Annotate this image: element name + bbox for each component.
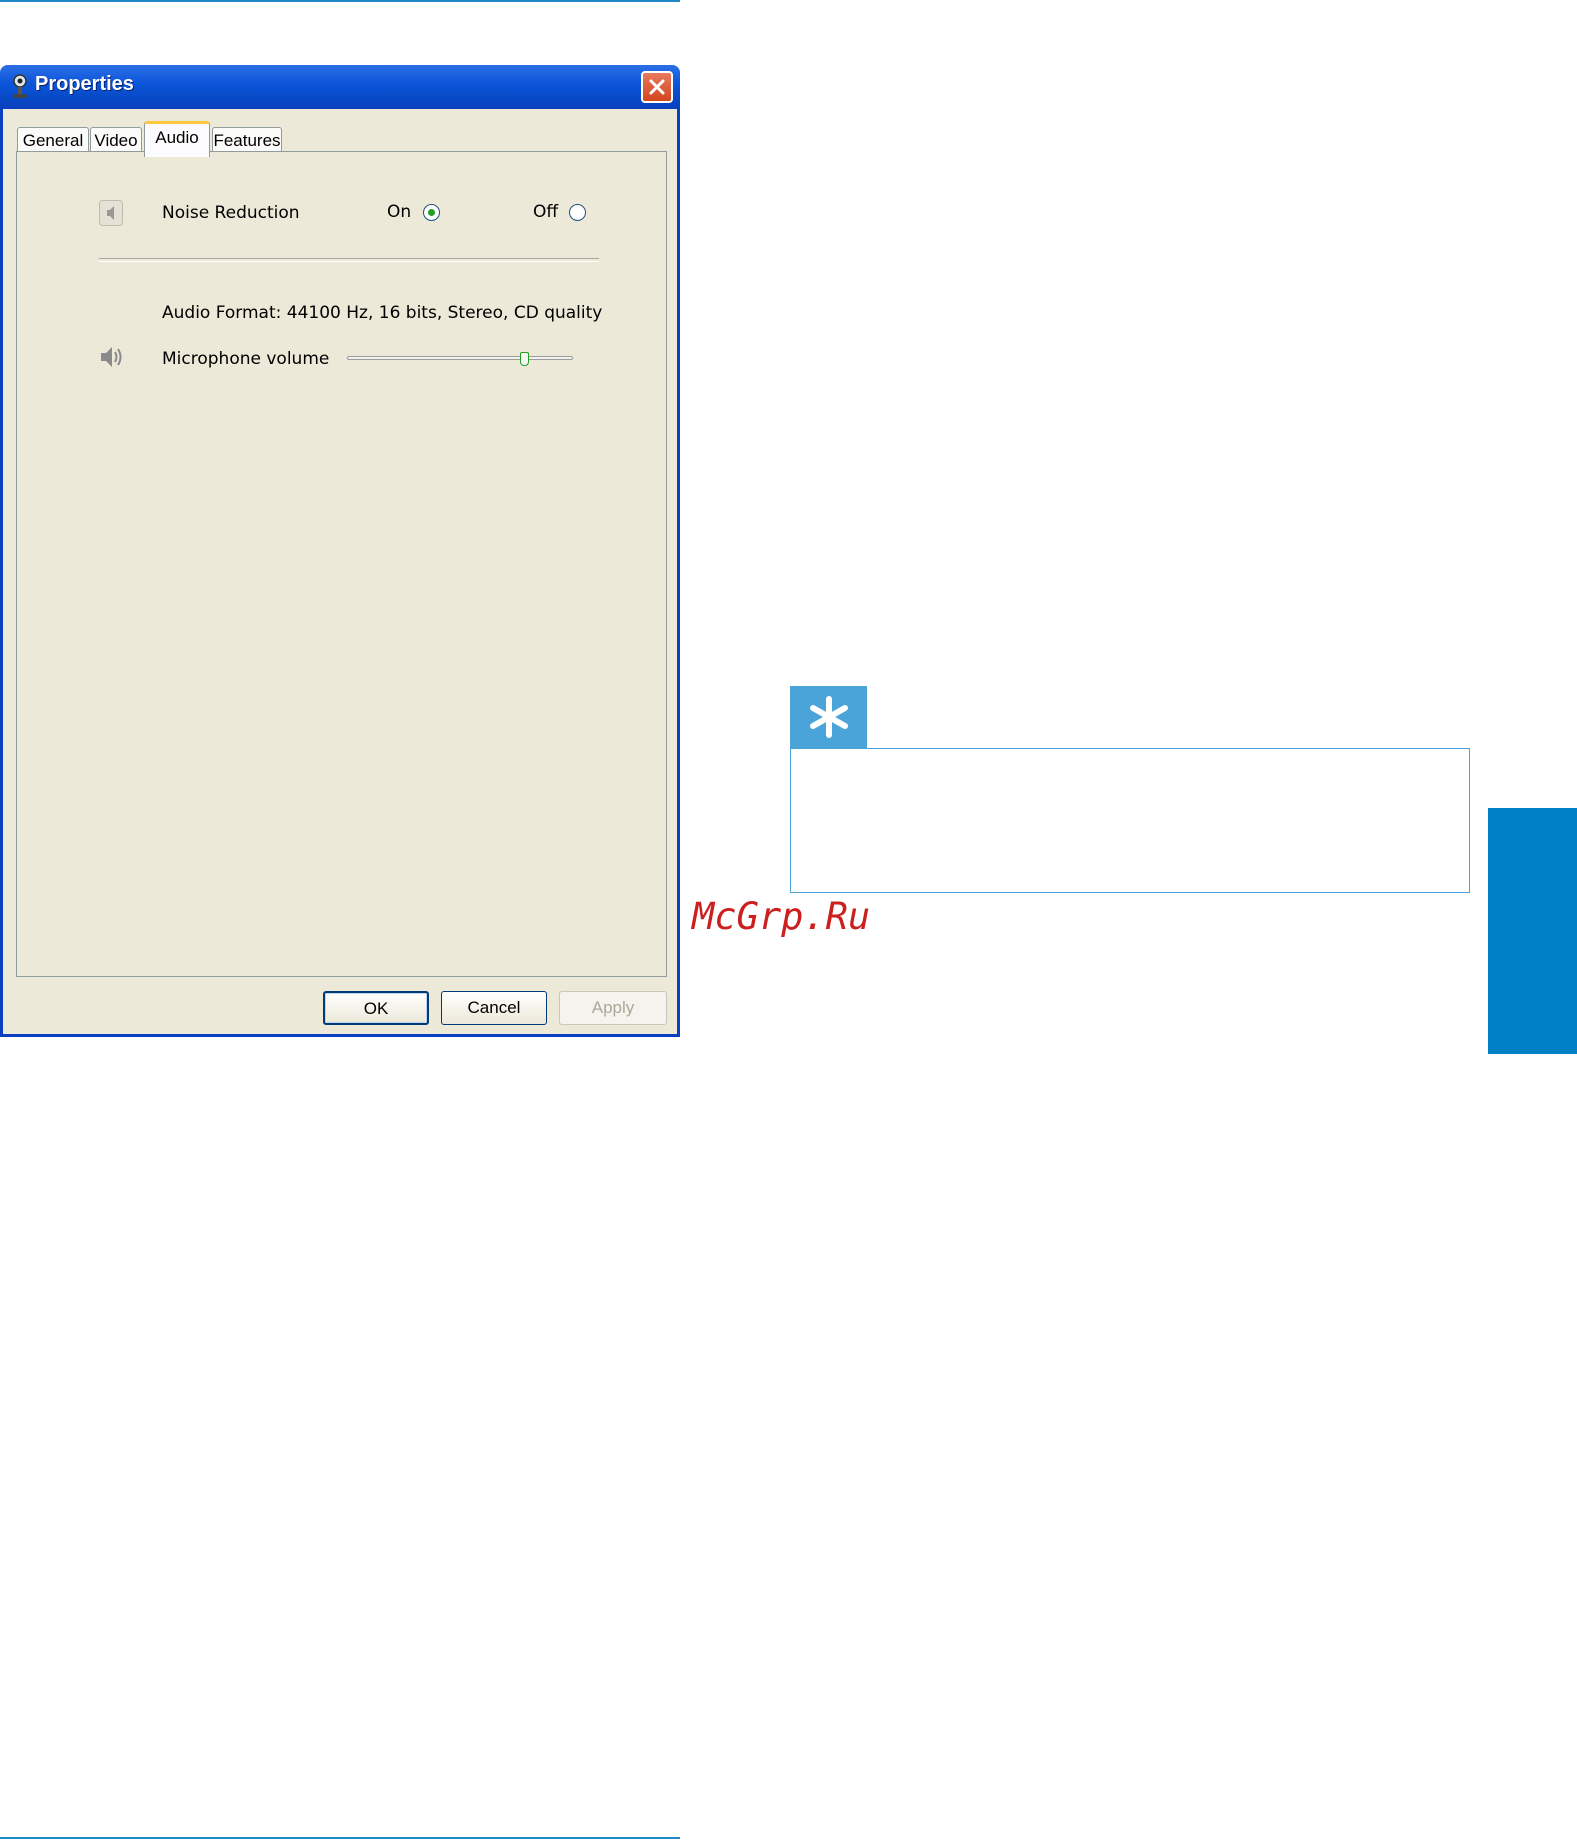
noise-reduction-label: Noise Reduction — [162, 203, 300, 223]
noise-reduction-off-radio[interactable] — [569, 204, 586, 221]
audio-panel: Noise Reduction On Off Audio Format: 441… — [16, 151, 667, 977]
title-bar[interactable]: Properties — [0, 65, 680, 109]
speaker-icon — [101, 347, 122, 367]
audio-format-text: Audio Format: 44100 Hz, 16 bits, Stereo,… — [162, 303, 603, 323]
top-rule — [0, 0, 680, 2]
close-icon — [649, 79, 665, 95]
bottom-rule — [0, 1837, 680, 1839]
radio-selected-dot — [428, 209, 435, 216]
close-button[interactable] — [641, 71, 673, 103]
apply-button[interactable]: Apply — [559, 991, 667, 1025]
noise-reduction-on-radio[interactable] — [423, 204, 440, 221]
slider-thumb[interactable] — [520, 352, 529, 366]
ok-button[interactable]: OK — [323, 991, 429, 1025]
side-section-tab — [1488, 808, 1577, 1054]
webcam-icon — [13, 74, 27, 98]
section-divider — [99, 258, 599, 262]
tab-audio[interactable]: Audio — [144, 121, 210, 157]
off-label: Off — [533, 202, 559, 222]
watermark: McGrp.Ru — [692, 895, 871, 938]
window-title: Properties — [35, 73, 134, 95]
asterisk-icon — [809, 696, 848, 738]
tip-box — [790, 748, 1470, 893]
on-label: On — [387, 202, 412, 222]
microphone-volume-label: Microphone volume — [162, 349, 330, 369]
noise-reduction-icon — [99, 200, 123, 226]
tip-icon — [790, 686, 867, 748]
cancel-button[interactable]: Cancel — [441, 991, 547, 1025]
microphone-volume-slider[interactable] — [347, 352, 573, 366]
properties-dialog: Properties General Video Audio Features … — [0, 65, 680, 1037]
